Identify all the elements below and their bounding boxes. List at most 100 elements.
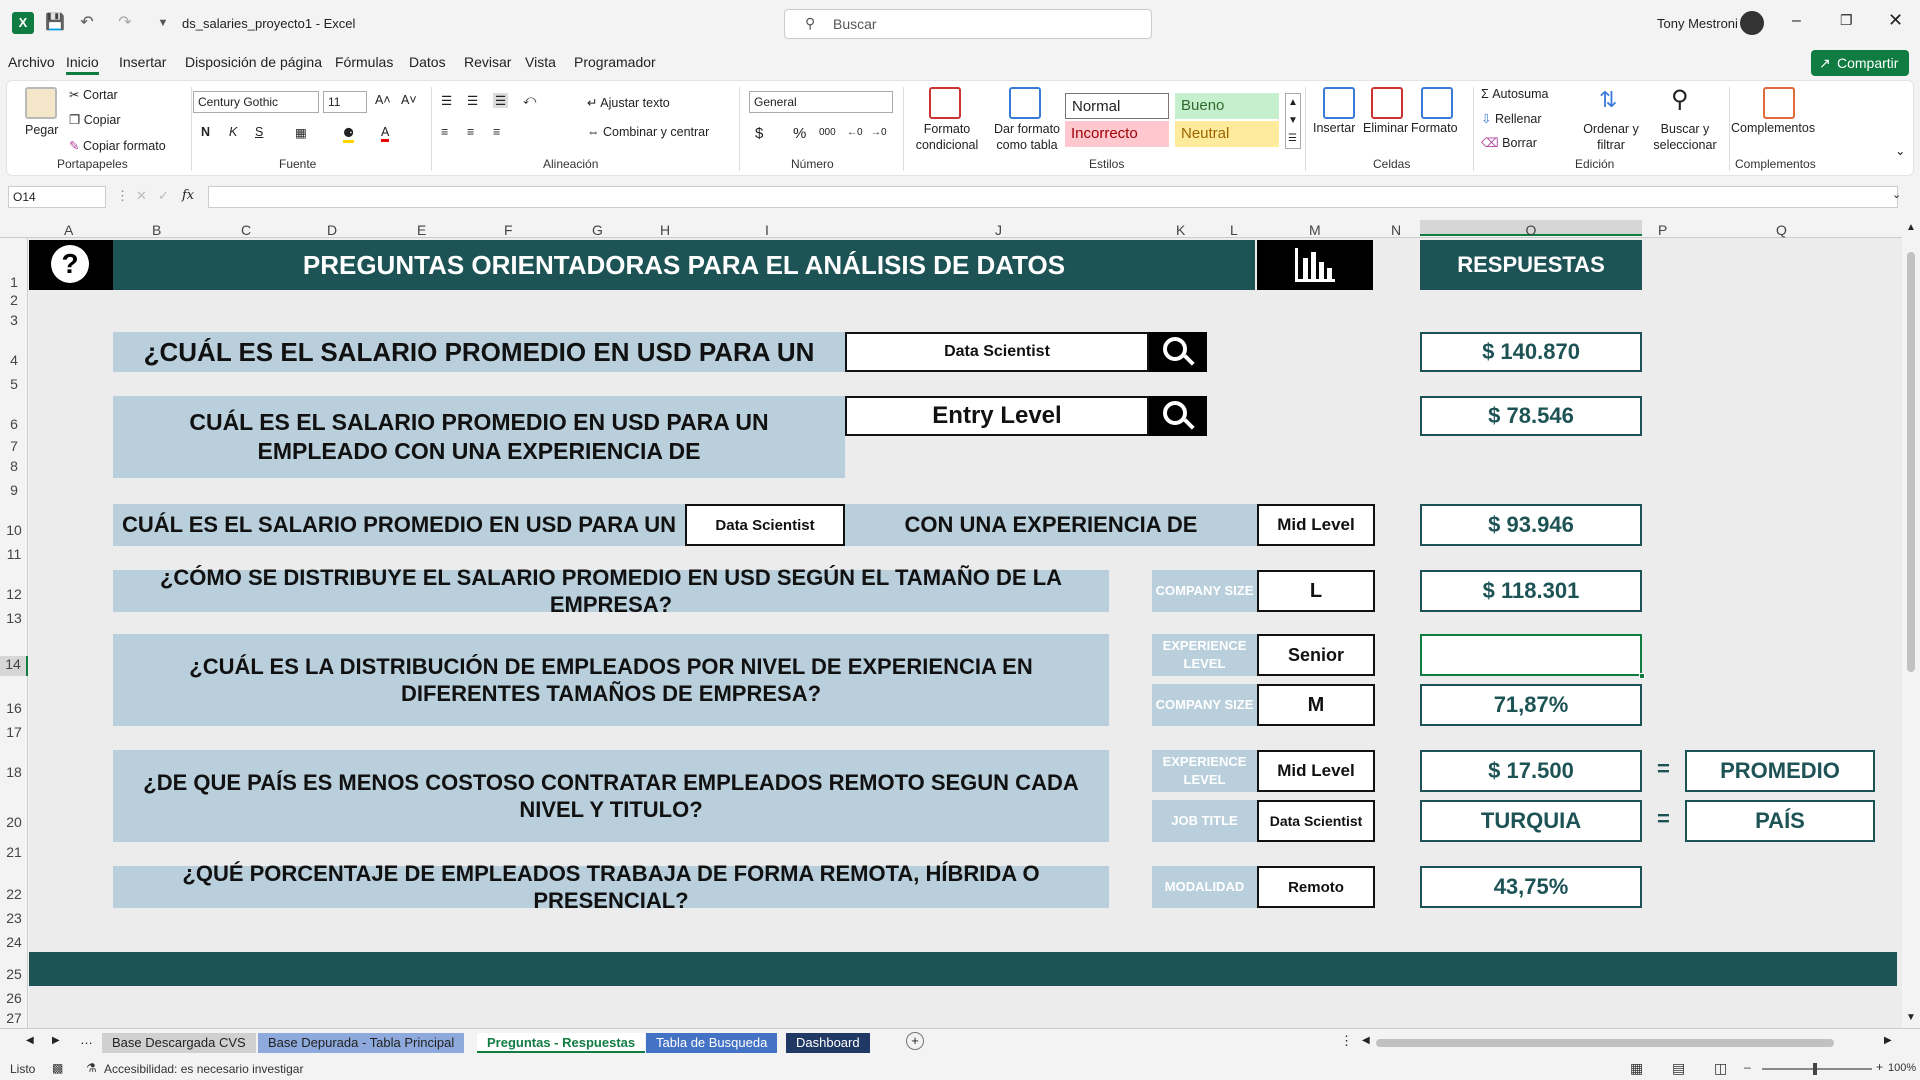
column-header[interactable]: J xyxy=(995,222,1002,238)
tab-dashboard[interactable]: Dashboard xyxy=(786,1033,870,1053)
decrease-decimal-icon[interactable]: →0 xyxy=(871,127,887,138)
search-icon[interactable] xyxy=(1149,332,1207,372)
merge-center-button[interactable]: ⇔ Combinar y centrar xyxy=(587,125,709,139)
save-icon[interactable]: 💾 xyxy=(44,12,66,34)
menu-programador[interactable]: Programador xyxy=(574,54,656,70)
shrink-font-icon[interactable]: A˅ xyxy=(401,93,417,107)
menu-disposicion[interactable]: Disposición de página xyxy=(185,54,322,70)
style-neutral[interactable]: Neutral xyxy=(1175,121,1279,147)
accessibility-icon[interactable]: ⚗ xyxy=(86,1061,97,1075)
column-header[interactable]: N xyxy=(1391,222,1401,238)
addins-icon[interactable] xyxy=(1763,87,1795,119)
row-header[interactable]: 22 xyxy=(0,886,28,902)
row-header[interactable]: 7 xyxy=(0,438,28,454)
sort-filter-icon[interactable]: ⇅ xyxy=(1599,87,1617,113)
style-bad[interactable]: Incorrecto xyxy=(1065,121,1169,147)
row-header[interactable]: 3 xyxy=(0,312,28,328)
vertical-scrollbar[interactable]: ▲ ▼ xyxy=(1904,222,1918,1026)
align-right-icon[interactable]: ≡ xyxy=(493,125,500,139)
row-header[interactable]: 27 xyxy=(0,1010,28,1026)
align-bottom-icon[interactable]: ☰ xyxy=(493,93,509,108)
row-header[interactable]: 4 xyxy=(0,352,28,368)
zoom-level[interactable]: 100% xyxy=(1888,1062,1916,1074)
format-cells-button[interactable]: Formato xyxy=(1411,121,1458,135)
row-header[interactable]: 5 xyxy=(0,376,28,392)
zoom-out-icon[interactable]: – xyxy=(1744,1060,1751,1074)
page-break-view-icon[interactable]: ◫ xyxy=(1714,1060,1727,1077)
insert-cells-button[interactable]: Insertar xyxy=(1313,121,1355,135)
cut-button[interactable]: ✂ Cortar xyxy=(69,87,118,102)
company-size-input-2[interactable]: M xyxy=(1257,684,1375,726)
fill-button[interactable]: ⇩ Rellenar xyxy=(1481,111,1542,126)
column-header[interactable]: O xyxy=(1420,220,1642,238)
style-normal[interactable]: Normal xyxy=(1065,93,1169,119)
row-header[interactable]: 18 xyxy=(0,764,28,780)
column-header[interactable]: A xyxy=(64,222,73,238)
tab-prev-icon[interactable]: ◀ xyxy=(26,1035,34,1046)
row-header[interactable]: 14 xyxy=(0,656,28,676)
formula-more-icon[interactable]: ⋮ xyxy=(116,188,129,204)
customize-toolbar-icon[interactable]: ▼ xyxy=(152,12,174,34)
zoom-slider-thumb[interactable] xyxy=(1813,1063,1817,1075)
row-header[interactable]: 12 xyxy=(0,586,28,602)
column-header[interactable]: C xyxy=(241,222,251,238)
macro-record-icon[interactable]: ▩ xyxy=(52,1061,63,1075)
column-header[interactable]: Q xyxy=(1776,222,1787,238)
currency-icon[interactable]: $ xyxy=(755,125,763,142)
format-as-table-button[interactable]: Dar formato como tabla xyxy=(987,121,1067,153)
increase-decimal-icon[interactable]: ←0 xyxy=(847,127,863,138)
font-name-select[interactable]: Century Gothic xyxy=(193,91,319,113)
column-header[interactable]: G xyxy=(592,222,603,238)
italic-button[interactable]: K xyxy=(229,125,237,139)
row-header[interactable]: 20 xyxy=(0,814,28,830)
page-layout-view-icon[interactable]: ▤ xyxy=(1672,1060,1685,1077)
scroll-up-icon[interactable]: ▲ xyxy=(1906,222,1916,233)
copy-button[interactable]: ❐ Copiar xyxy=(69,112,121,127)
company-size-input[interactable]: L xyxy=(1257,570,1375,612)
tab-next-icon[interactable]: ▶ xyxy=(52,1035,60,1046)
tab-preguntas-respuestas[interactable]: Preguntas - Respuestas xyxy=(477,1033,646,1053)
collapse-ribbon-icon[interactable]: ⌄ xyxy=(1895,143,1905,158)
column-header[interactable]: K xyxy=(1176,222,1185,238)
column-header[interactable]: M xyxy=(1309,222,1321,238)
menu-vista[interactable]: Vista xyxy=(525,54,556,70)
insert-function-icon[interactable]: fx xyxy=(182,188,194,203)
row-header[interactable]: 6 xyxy=(0,416,28,432)
align-top-icon[interactable]: ☰ xyxy=(441,93,452,108)
align-center-icon[interactable]: ≡ xyxy=(467,125,474,139)
row-header[interactable]: 8 xyxy=(0,458,28,474)
accessibility-status[interactable]: Accesibilidad: es necesario investigar xyxy=(104,1062,303,1076)
addins-button[interactable]: Complementos xyxy=(1731,121,1815,135)
expand-formula-icon[interactable]: ⌄ xyxy=(1892,188,1901,201)
format-painter-button[interactable]: ✎ Copiar formato xyxy=(69,138,166,153)
row-header[interactable]: 16 xyxy=(0,700,28,716)
share-button[interactable]: ↗ Compartir xyxy=(1811,50,1909,76)
find-select-icon[interactable]: ⚲ xyxy=(1671,85,1689,114)
row-header[interactable]: 2 xyxy=(0,292,28,308)
insert-cells-icon[interactable] xyxy=(1323,87,1355,119)
column-header[interactable]: I xyxy=(765,222,769,238)
row-header[interactable]: 26 xyxy=(0,990,28,1006)
column-header[interactable]: P xyxy=(1658,222,1667,238)
column-header[interactable]: E xyxy=(417,222,426,238)
answer-5-selected-cell[interactable] xyxy=(1420,634,1642,676)
conditional-format-icon[interactable] xyxy=(929,87,961,119)
formula-input[interactable] xyxy=(208,186,1898,208)
delete-cells-icon[interactable] xyxy=(1371,87,1403,119)
search-icon[interactable] xyxy=(1149,396,1207,436)
borders-icon[interactable]: ▦ xyxy=(295,125,307,140)
sort-filter-button[interactable]: Ordenar y filtrar xyxy=(1579,121,1643,153)
redo-icon[interactable]: ↷ xyxy=(114,12,136,34)
grow-font-icon[interactable]: A˄ xyxy=(375,93,391,107)
mode-input[interactable]: Remoto xyxy=(1257,866,1375,908)
hscroll-left-icon[interactable]: ◀ xyxy=(1362,1035,1370,1046)
thousands-icon[interactable]: 000 xyxy=(819,127,836,138)
cancel-formula-icon[interactable]: ✕ xyxy=(136,188,147,204)
row-header[interactable]: 21 xyxy=(0,844,28,860)
conditional-format-button[interactable]: Formato condicional xyxy=(907,121,987,153)
row-header[interactable]: 17 xyxy=(0,724,28,740)
row-header[interactable]: 23 xyxy=(0,910,28,926)
row-header[interactable]: 10 xyxy=(0,522,28,538)
job-title-input-2[interactable]: Data Scientist xyxy=(685,504,845,546)
autosum-button[interactable]: Σ Autosuma xyxy=(1481,87,1549,101)
